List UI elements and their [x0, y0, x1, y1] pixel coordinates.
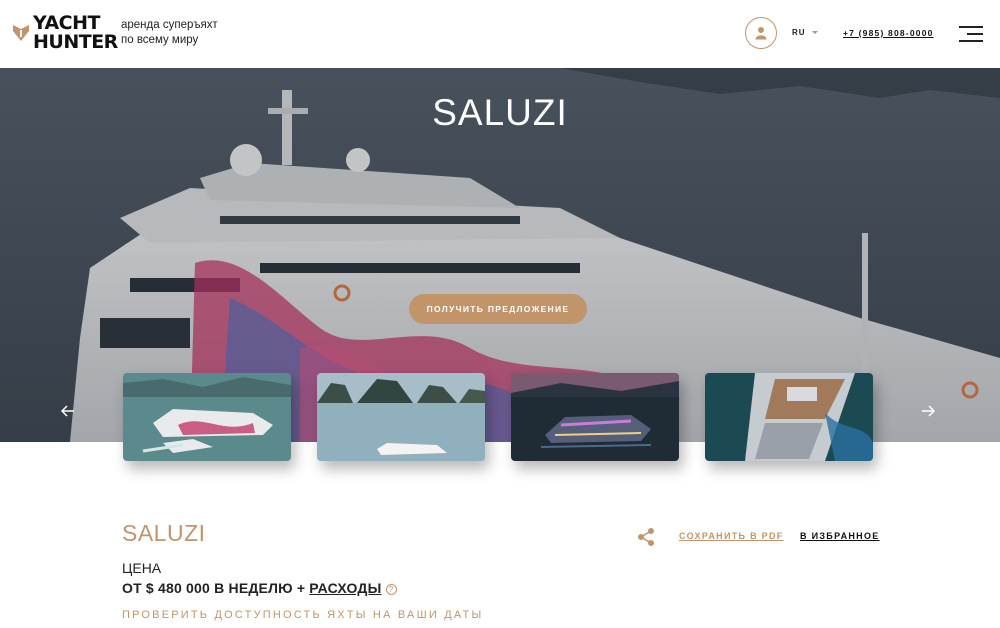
save-pdf-link[interactable]: СОХРАНИТЬ В PDF	[679, 531, 784, 541]
yacht-hunter-logo-icon	[13, 25, 29, 41]
hero-title: SALUZI	[432, 92, 568, 133]
menu-icon[interactable]	[959, 24, 983, 44]
phone-link[interactable]: +7 (985) 808-0000	[843, 28, 934, 38]
arrow-left-icon[interactable]	[60, 403, 76, 419]
share-icon[interactable]	[636, 527, 656, 547]
gallery-thumbnail-1[interactable]	[123, 373, 291, 461]
tagline-line-2: по всему миру	[121, 34, 199, 46]
expenses-link[interactable]: РАСХОДЫ	[309, 580, 381, 596]
tagline: аренда суперъяхт по всему миру	[121, 18, 241, 48]
gallery-thumbnail-4[interactable]	[705, 373, 873, 461]
site-header: YACHT HUNTER аренда суперъяхт по всему м…	[0, 0, 1000, 68]
logo[interactable]: YACHT HUNTER	[12, 14, 118, 52]
logo-line-2: HUNTER	[33, 31, 118, 53]
check-availability-link[interactable]: ПРОВЕРИТЬ ДОСТУПНОСТЬ ЯХТЫ НА ВАШИ ДАТЫ	[122, 609, 483, 621]
price-line: ОТ $ 480 000 В НЕДЕЛЮ + РАСХОДЫ?	[122, 580, 397, 596]
chevron-down-icon	[811, 31, 818, 35]
language-label: RU	[792, 28, 806, 37]
user-icon	[755, 27, 767, 40]
help-icon[interactable]: ?	[385, 584, 397, 595]
get-offer-button[interactable]: ПОЛУЧИТЬ ПРЕДЛОЖЕНИЕ	[409, 294, 587, 324]
price-label: ЦЕНА	[122, 560, 162, 576]
gallery-thumbnail-2[interactable]	[317, 373, 485, 461]
tagline-line-1: аренда суперъяхт	[121, 19, 218, 31]
price-text: ОТ $ 480 000 В НЕДЕЛЮ +	[122, 580, 306, 596]
arrow-right-icon[interactable]	[920, 403, 936, 419]
yacht-name: SALUZI	[122, 520, 206, 546]
profile-button[interactable]	[745, 17, 777, 49]
add-favorite-link[interactable]: В ИЗБРАННОЕ	[800, 531, 880, 541]
language-selector[interactable]: RU	[792, 28, 818, 37]
gallery-thumbnail-3[interactable]	[511, 373, 679, 461]
